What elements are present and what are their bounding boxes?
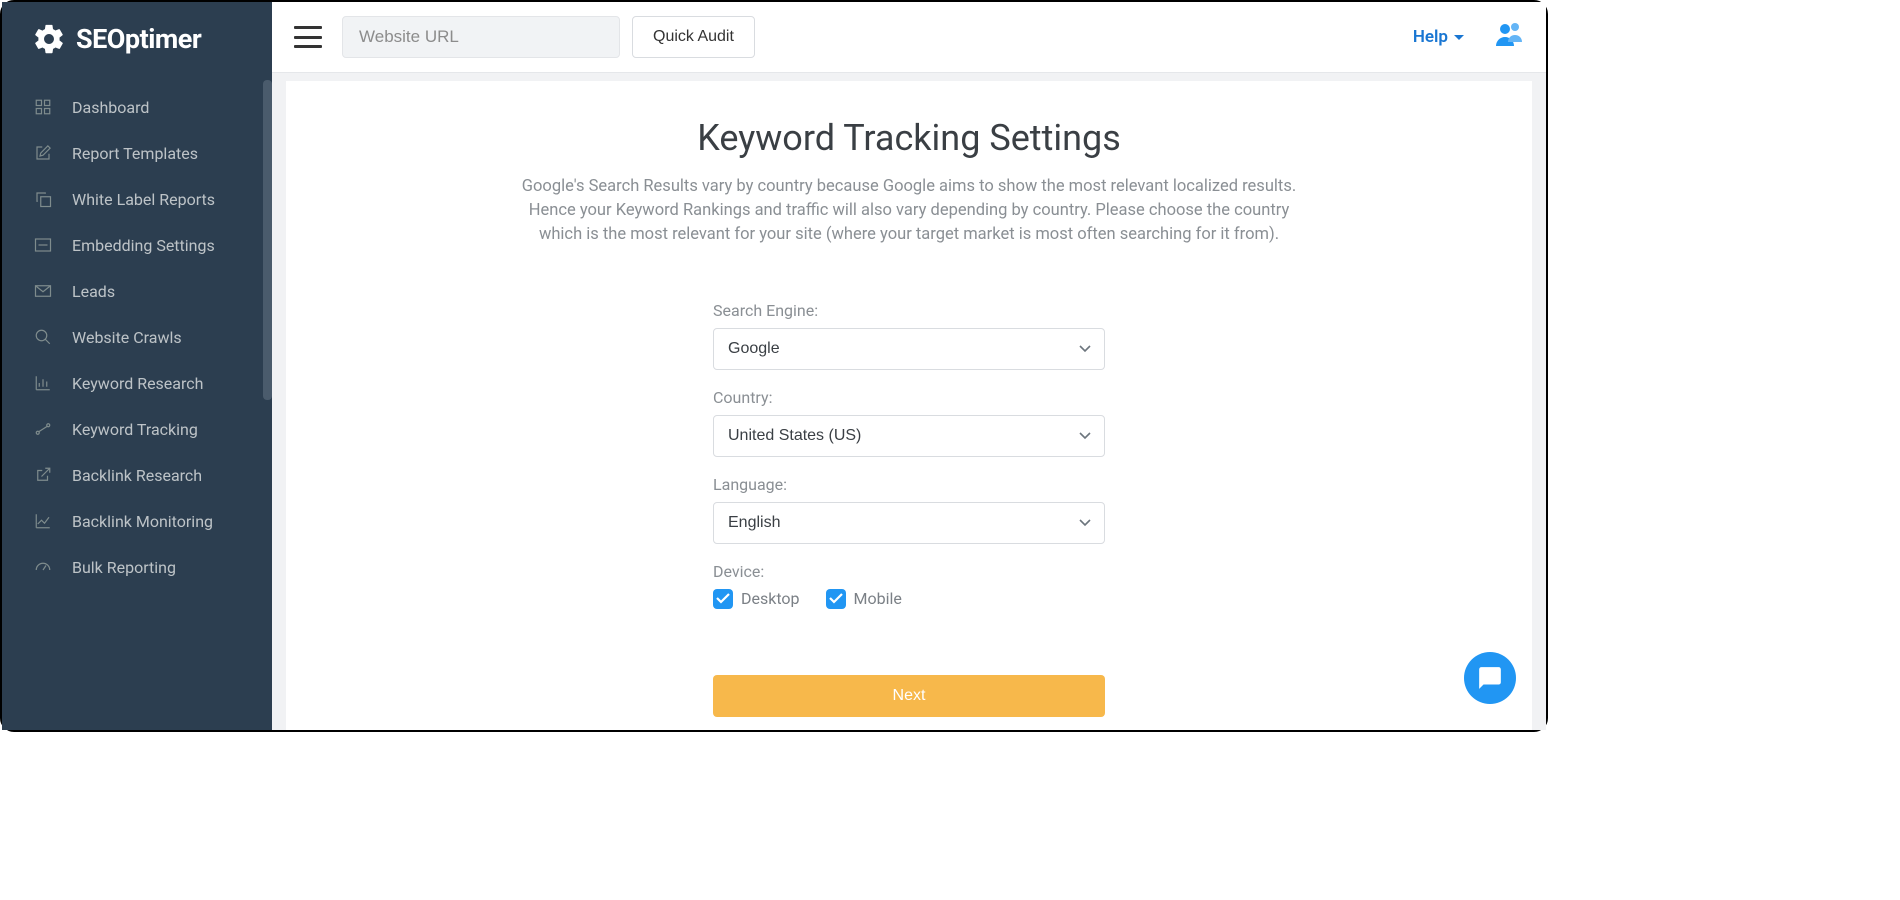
sidebar-item-label: Report Templates: [72, 144, 198, 163]
sidebar-item-label: Bulk Reporting: [72, 558, 176, 577]
checkbox-icon: [826, 589, 846, 609]
external-link-icon: [32, 465, 54, 485]
logo-text: SEOptimer: [76, 23, 201, 55]
sidebar-item-label: Backlink Monitoring: [72, 512, 213, 531]
device-mobile-checkbox[interactable]: Mobile: [826, 589, 902, 609]
sidebar: SEOptimer Dashboard Report Templates Whi…: [2, 2, 272, 730]
sidebar-item-label: Backlink Research: [72, 466, 202, 485]
sidebar-item-website-crawls[interactable]: Website Crawls: [2, 314, 272, 360]
sidebar-item-leads[interactable]: Leads: [2, 268, 272, 314]
chat-icon: [1477, 665, 1503, 691]
device-desktop-label: Desktop: [741, 589, 800, 608]
edit-icon: [32, 143, 54, 163]
sidebar-item-embedding-settings[interactable]: Embedding Settings: [2, 222, 272, 268]
next-button[interactable]: Next: [713, 675, 1105, 717]
sidebar-item-label: Leads: [72, 282, 115, 301]
sidebar-item-bulk-reporting[interactable]: Bulk Reporting: [2, 544, 272, 590]
search-engine-select[interactable]: Google: [713, 328, 1105, 370]
quick-audit-button[interactable]: Quick Audit: [632, 16, 755, 58]
sidebar-item-dashboard[interactable]: Dashboard: [2, 84, 272, 130]
sidebar-item-label: Dashboard: [72, 98, 149, 117]
sidebar-item-label: Keyword Tracking: [72, 420, 198, 439]
bar-chart-icon: [32, 373, 54, 393]
settings-card: Keyword Tracking Settings Google's Searc…: [286, 81, 1532, 730]
sidebar-item-label: Embedding Settings: [72, 236, 215, 255]
mail-icon: [32, 281, 54, 301]
sidebar-item-backlink-research[interactable]: Backlink Research: [2, 452, 272, 498]
copy-icon: [32, 189, 54, 209]
language-select[interactable]: English: [713, 502, 1105, 544]
page-title: Keyword Tracking Settings: [326, 117, 1492, 159]
device-desktop-checkbox[interactable]: Desktop: [713, 589, 800, 609]
chat-button[interactable]: [1464, 652, 1516, 704]
device-mobile-label: Mobile: [854, 589, 902, 608]
url-input[interactable]: [342, 16, 620, 58]
search-icon: [32, 327, 54, 347]
sidebar-scrollbar[interactable]: [263, 80, 272, 400]
gear-icon: [32, 22, 66, 56]
sidebar-item-report-templates[interactable]: Report Templates: [2, 130, 272, 176]
gauge-icon: [32, 557, 54, 577]
sidebar-item-white-label-reports[interactable]: White Label Reports: [2, 176, 272, 222]
settings-form: Search Engine: Google Country: Uni: [713, 301, 1105, 717]
sidebar-item-keyword-research[interactable]: Keyword Research: [2, 360, 272, 406]
country-label: Country:: [713, 388, 1105, 407]
sidebar-item-backlink-monitoring[interactable]: Backlink Monitoring: [2, 498, 272, 544]
menu-toggle[interactable]: [294, 26, 322, 48]
language-label: Language:: [713, 475, 1105, 494]
search-engine-label: Search Engine:: [713, 301, 1105, 320]
help-dropdown[interactable]: Help: [1413, 27, 1464, 47]
dashboard-icon: [32, 97, 54, 117]
sidebar-item-label: Website Crawls: [72, 328, 182, 347]
logo[interactable]: SEOptimer: [2, 2, 272, 78]
sidebar-item-label: White Label Reports: [72, 190, 215, 209]
content-area: Keyword Tracking Settings Google's Searc…: [272, 73, 1546, 730]
sidebar-item-label: Keyword Research: [72, 374, 203, 393]
sidebar-item-keyword-tracking[interactable]: Keyword Tracking: [2, 406, 272, 452]
page-description: Google's Search Results vary by country …: [514, 175, 1304, 247]
device-label: Device:: [713, 562, 1105, 581]
topbar: Quick Audit Help: [272, 2, 1546, 73]
help-label: Help: [1413, 27, 1448, 47]
trend-icon: [32, 419, 54, 439]
country-select[interactable]: United States (US): [713, 415, 1105, 457]
chevron-down-icon: [1454, 35, 1464, 40]
nav: Dashboard Report Templates White Label R…: [2, 78, 272, 590]
checkbox-icon: [713, 589, 733, 609]
embed-icon: [32, 235, 54, 255]
user-icon[interactable]: [1494, 22, 1524, 52]
line-chart-icon: [32, 511, 54, 531]
